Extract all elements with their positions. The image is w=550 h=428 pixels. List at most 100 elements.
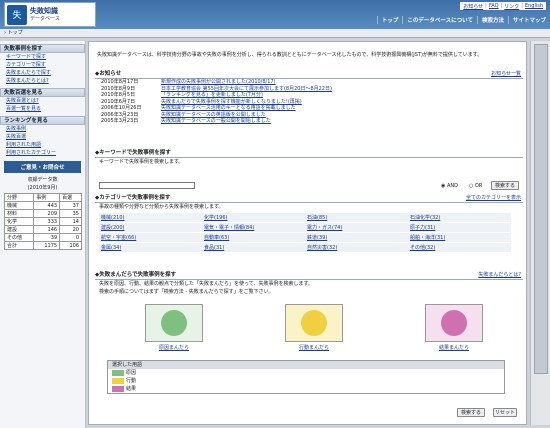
keyword-input[interactable] [99, 182, 195, 189]
link-news[interactable]: お知らせ [463, 3, 483, 10]
scrollbar-thumb[interactable] [534, 44, 548, 374]
stats-title: 収録データ数 [27, 177, 58, 183]
stats-cell: 機械 [3, 201, 35, 210]
reset-button[interactable]: リセット [493, 408, 517, 417]
category-link[interactable]: 石油化学(32) [410, 215, 440, 221]
news-link[interactable]: 失敗知識データベースの一般公開を開始しました [161, 118, 271, 125]
stats-cell: 39 [33, 233, 61, 242]
sidebar-item-rank-categories[interactable]: 利用されたカテゴリー [6, 150, 56, 156]
category-more-link[interactable]: 全てのカテゴリーを表示 [466, 194, 521, 201]
site-header: 失 失敗知識 データベース お知らせ | FAQ | リンク | English トッ… [0, 0, 550, 29]
news-more-link[interactable]: お知らせ一覧 [491, 70, 521, 77]
or-radio[interactable]: ○ OR [469, 183, 482, 189]
sidebar-item-keyword[interactable]: キーワードで探す [6, 54, 46, 60]
category-link[interactable]: 金属(34) [101, 245, 121, 251]
mandala-title: ◆失敗まんだらで失敗事例を探す [95, 271, 523, 280]
nav-howto[interactable]: 検索方法 [476, 15, 508, 24]
stats-header: 分野 [3, 193, 35, 202]
logo-mark: 失 [7, 4, 27, 25]
sidebar-item-mandala[interactable]: 失敗まんだらで探す [6, 70, 51, 76]
category-link[interactable]: 電力・ガス(74) [307, 225, 342, 231]
category-link[interactable]: 建設(200) [101, 225, 124, 231]
opinion-button[interactable]: ご意見・お問合せ [4, 161, 81, 173]
category-link[interactable]: 機械(210) [101, 215, 124, 221]
sidebar-item-rank-hyakusen[interactable]: 失敗百選 [6, 134, 26, 140]
breadcrumb: › トップ [0, 29, 550, 38]
category-grid: 機械(210) 化学(196) 石油(85) 石油化学(32) 建設(200) … [99, 213, 511, 253]
category-section: ◆カテゴリーで失敗事例を探す 全てのカテゴリーを表示 事故の種類や分野など分類か… [95, 194, 523, 211]
category-link[interactable]: 鉄道(39) [307, 235, 327, 241]
link-english[interactable]: English [525, 3, 543, 9]
top-links: お知らせ | FAQ | リンク | English [460, 2, 546, 10]
category-link[interactable]: 船舶・海洋(31) [410, 235, 445, 241]
breadcrumb-top[interactable]: トップ [8, 30, 23, 36]
action-mandala-image[interactable] [285, 304, 343, 342]
stats-cell: 106 [59, 241, 82, 250]
stats-cell: 0 [59, 233, 82, 242]
stats-cell: 443 [33, 201, 61, 210]
cause-mandala-image[interactable] [145, 304, 203, 342]
news-section: ◆お知らせ お知らせ一覧 2010年8月17日 新規作成の失敗事例が公開されました… [95, 70, 523, 125]
top-nav: トップ このデータベースについて 検索方法 サイトマップ [376, 13, 550, 26]
mandala-search-button[interactable]: 検索する [457, 408, 485, 417]
stats-cell: 化学 [3, 217, 35, 226]
scrollbar[interactable] [530, 41, 550, 425]
result-mandala-image[interactable] [425, 304, 483, 342]
stats-cell: 建設 [3, 225, 35, 234]
category-link[interactable]: 食品(31) [204, 245, 224, 251]
mandala-desc2: 検索の手順についてはまず「検索方法 - 失敗まんだらで探す」をご覧下さい。 [99, 289, 274, 295]
sidebar-item-hyakusen-list[interactable]: 百選一覧を見る [6, 106, 41, 112]
link-faq[interactable]: FAQ [489, 3, 499, 9]
table-row: 合計 1175 106 [3, 241, 82, 250]
keyword-title: ◆キーワードで失敗事例を探す [95, 149, 523, 158]
sidebar-item-hyakusen-about[interactable]: 失敗百選とは? [6, 98, 39, 104]
stats-header-row: 分野 事例 百選 [3, 193, 82, 202]
category-link[interactable]: 自然災害(32) [307, 245, 337, 251]
news-title: ◆お知らせ [95, 70, 523, 79]
selected-terms-box: 選択した用語 原因 行動 結果 [107, 360, 505, 394]
keyword-search-button[interactable]: 検索する [491, 181, 519, 190]
category-link[interactable]: その他(32) [410, 245, 435, 251]
sidebar: 失敗事例を探す キーワードで探す カテゴリーで探す 失敗まんだらで探す 失敗まん… [0, 41, 86, 428]
keyword-desc: キーワードで失敗事例を検索します。 [99, 159, 184, 165]
stats-cell: 35 [59, 209, 82, 218]
sidebar-item-rank-terms[interactable]: 利用された用語 [6, 142, 41, 148]
action-mandala-link[interactable]: 行動まんだら [299, 344, 329, 351]
intro-text: 失敗知識データベースは、科学技術分野の事故や失敗の事例を分析し、得られる教訓とと… [97, 52, 483, 58]
mandala-about-link[interactable]: 失敗まんだらとは? [478, 271, 521, 278]
sidebar-heading-search: 失敗事例を探す [0, 44, 85, 53]
nav-sitemap[interactable]: サイトマップ [507, 15, 550, 24]
list-item: 行動 [108, 377, 504, 385]
selected-terms-title: 選択した用語 [108, 361, 504, 369]
table-row: 建設 146 20 [3, 225, 82, 234]
category-title: ◆カテゴリーで失敗事例を探す [95, 194, 523, 203]
keyword-section: ◆キーワードで失敗事例を探す キーワードで失敗事例を検索します。 [95, 149, 523, 166]
nav-top[interactable]: トップ [376, 15, 403, 24]
table-row: その他 39 0 [3, 233, 82, 242]
and-radio[interactable]: ◉ AND [441, 183, 458, 189]
sidebar-heading-hyakusen: 失敗百選を見る [0, 88, 85, 97]
category-link[interactable]: 石油(85) [307, 215, 327, 221]
stats-cell: 333 [33, 217, 61, 226]
nav-about[interactable]: このデータベースについて [402, 15, 477, 24]
cause-mandala-link[interactable]: 原因まんだら [159, 344, 189, 351]
site-logo[interactable]: 失 失敗知識 データベース [4, 2, 96, 27]
sidebar-item-mandala-about[interactable]: 失敗まんだらとは? [6, 78, 49, 84]
category-link[interactable]: 電気・電子・情報(84) [204, 225, 254, 231]
category-link[interactable]: 原子力(31) [410, 225, 435, 231]
sidebar-item-rank-cases[interactable]: 失敗事例 [6, 126, 26, 132]
category-link[interactable]: 航空・宇宙(66) [101, 235, 136, 241]
sidebar-item-category[interactable]: カテゴリーで探す [6, 62, 46, 68]
logo-title: 失敗知識 [30, 7, 58, 15]
link-links[interactable]: リンク [504, 3, 519, 10]
mandala-desc1: 失敗を原因、行動、結果の観点で分類した「失敗まんだら」を使って、失敗事例を検索し… [99, 281, 314, 287]
list-item: 2005年3月23日 失敗知識データベースの一般公開を開始しました [101, 118, 271, 125]
category-link[interactable]: 自動車(63) [204, 235, 229, 241]
stats-header: 百選 [59, 193, 82, 202]
stats-cell: 209 [33, 209, 61, 218]
stats-table: 分野 事例 百選 機械 443 37 材料 209 35 化学 333 14 建設 146 20 そ… [3, 193, 82, 250]
result-mandala-link[interactable]: 結果まんだら [439, 344, 469, 351]
category-link[interactable]: 化学(196) [204, 215, 227, 221]
main-content: 失敗知識データベースは、科学技術分野の事故や失敗の事例を分析し、得られる教訓とと… [88, 41, 527, 425]
table-row: 機械 443 37 [3, 201, 82, 210]
